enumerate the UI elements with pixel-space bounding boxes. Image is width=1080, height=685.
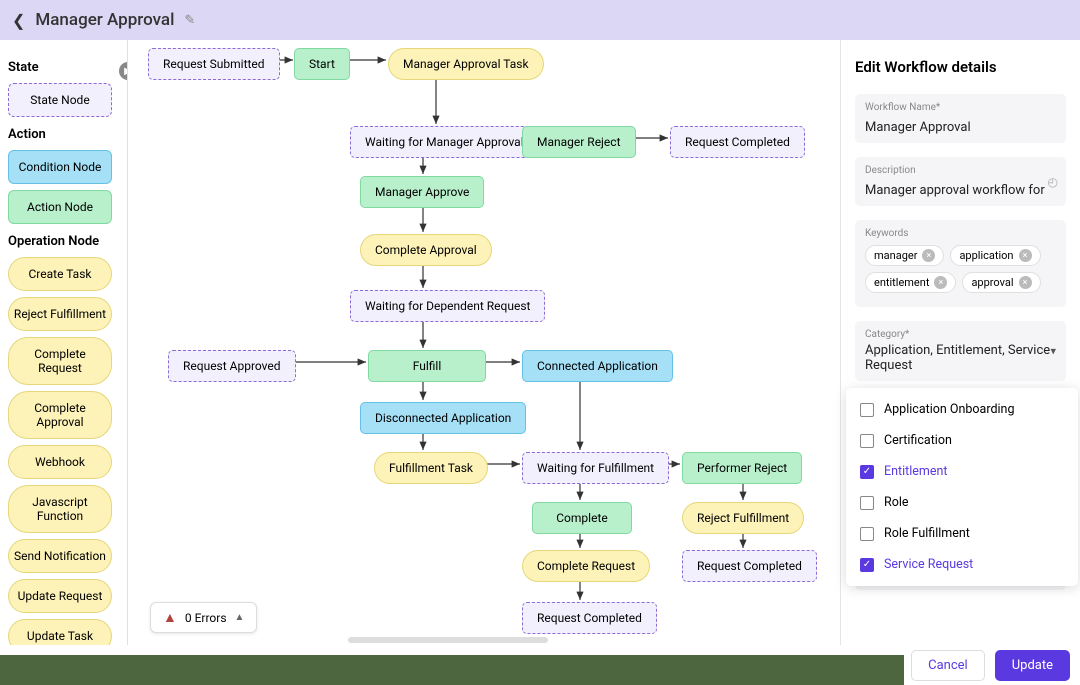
node-waiting-fulfillment[interactable]: Waiting for Fulfillment: [522, 452, 669, 484]
node-request-completed-2[interactable]: Request Completed: [682, 550, 817, 582]
category-dropdown[interactable]: Application Onboarding Certification ✓ Enti…: [846, 388, 1078, 586]
palette-op-reject-fulfillment[interactable]: Reject Fulfillment: [8, 297, 112, 331]
footer: Cancel Update: [0, 645, 1080, 685]
palette-state-node[interactable]: State Node: [8, 83, 112, 117]
desc-input[interactable]: [865, 183, 1056, 198]
sidebar: ▶ State State Node Action Condition Node…: [0, 40, 128, 645]
node-performer-reject[interactable]: Performer Reject: [682, 452, 802, 484]
palette-op-webhook[interactable]: Webhook: [8, 445, 112, 479]
palette-op-update-task[interactable]: Update Task: [8, 619, 112, 645]
update-button[interactable]: Update: [995, 650, 1070, 681]
chip-remove-icon[interactable]: ×: [934, 276, 947, 289]
palette-op-javascript-function[interactable]: Javascript Function: [8, 485, 112, 533]
chip-label: approval: [971, 276, 1013, 289]
section-operation: Operation Node: [8, 234, 119, 249]
page-title: Manager Approval: [35, 10, 174, 30]
palette-op-complete-request[interactable]: Complete Request: [8, 337, 112, 385]
horizontal-scrollbar[interactable]: [348, 637, 548, 643]
option-label: Service Request: [884, 557, 973, 572]
workflow-canvas[interactable]: Request Submitted Start Manager Approval T…: [128, 40, 840, 645]
node-fulfill[interactable]: Fulfill: [368, 350, 486, 382]
category-option[interactable]: Application Onboarding: [846, 394, 1078, 425]
chip-label: entitlement: [874, 276, 929, 289]
keyword-chip: application ×: [950, 245, 1040, 266]
node-reject-fulfillment[interactable]: Reject Fulfillment: [682, 502, 804, 534]
footer-accent: [0, 655, 904, 685]
chip-remove-icon[interactable]: ×: [1019, 249, 1032, 262]
section-action: Action: [8, 127, 119, 142]
name-input[interactable]: [865, 120, 1056, 135]
node-complete-approval[interactable]: Complete Approval: [360, 234, 492, 266]
chip-label: manager: [874, 249, 917, 262]
chip-label: application: [959, 249, 1013, 262]
chip-remove-icon[interactable]: ×: [1019, 276, 1032, 289]
panel-title: Edit Workflow details: [855, 58, 1066, 76]
node-fulfillment-task[interactable]: Fulfillment Task: [374, 452, 488, 484]
palette-op-complete-approval[interactable]: Complete Approval: [8, 391, 112, 439]
node-waiting-mgr-approval[interactable]: Waiting for Manager Approval: [350, 126, 539, 158]
back-icon[interactable]: ❮: [12, 11, 25, 30]
workflow-name-field[interactable]: Workflow Name*: [855, 94, 1066, 143]
node-mgr-approve[interactable]: Manager Approve: [360, 176, 484, 208]
node-connected-app[interactable]: Connected Application: [522, 350, 673, 382]
checkbox-icon[interactable]: [860, 496, 874, 510]
node-mgr-approval-task[interactable]: Manager Approval Task: [388, 48, 544, 80]
node-request-submitted[interactable]: Request Submitted: [148, 48, 280, 80]
option-label: Entitlement: [884, 464, 947, 479]
keywords-field[interactable]: Keywords manager×application×entitlement…: [855, 220, 1066, 307]
header: ❮ Manager Approval ✎: [0, 0, 1080, 40]
checkbox-icon[interactable]: [860, 434, 874, 448]
cancel-button[interactable]: Cancel: [911, 650, 985, 681]
errors-count: 0 Errors: [185, 611, 227, 625]
category-option[interactable]: ✓ Entitlement: [846, 456, 1078, 487]
palette-op-update-request[interactable]: Update Request: [8, 579, 112, 613]
keyword-chip: approval ×: [962, 272, 1040, 293]
chip-remove-icon[interactable]: ×: [922, 249, 935, 262]
option-label: Certification: [884, 433, 952, 448]
keyword-chip: manager ×: [865, 245, 944, 266]
node-mgr-reject[interactable]: Manager Reject: [522, 126, 636, 158]
palette-op-create-task[interactable]: Create Task: [8, 257, 112, 291]
keyword-chip: entitlement ×: [865, 272, 956, 293]
chevron-down-icon[interactable]: ▾: [1050, 345, 1056, 358]
node-complete[interactable]: Complete: [532, 502, 632, 534]
section-state: State: [8, 60, 119, 75]
palette-op-send-notification[interactable]: Send Notification: [8, 539, 112, 573]
cat-label: Category*: [865, 329, 1056, 340]
node-waiting-dep-req[interactable]: Waiting for Dependent Request: [350, 290, 545, 322]
kw-label: Keywords: [865, 228, 1056, 239]
expand-icon[interactable]: ◴: [1048, 175, 1058, 189]
checkbox-icon[interactable]: ✓: [860, 558, 874, 572]
checkbox-icon[interactable]: [860, 527, 874, 541]
warning-icon: ▲: [163, 609, 177, 626]
collapse-sidebar-icon[interactable]: ▶: [119, 62, 128, 80]
cat-value: Application, Entitlement, Service Reques…: [865, 343, 1056, 373]
option-label: Role Fulfillment: [884, 526, 970, 541]
option-label: Application Onboarding: [884, 402, 1014, 417]
category-option[interactable]: Role: [846, 487, 1078, 518]
category-select[interactable]: Category* Application, Entitlement, Serv…: [855, 321, 1066, 381]
errors-bar[interactable]: ▲ 0 Errors ▲: [150, 602, 257, 633]
name-label: Workflow Name*: [865, 102, 1056, 113]
node-complete-request[interactable]: Complete Request: [522, 550, 650, 582]
node-request-approved[interactable]: Request Approved: [168, 350, 296, 382]
node-disconnected-app[interactable]: Disconnected Application: [360, 402, 526, 434]
category-option[interactable]: ✓ Service Request: [846, 549, 1078, 580]
palette-condition-node[interactable]: Condition Node: [8, 150, 112, 184]
node-request-completed-3[interactable]: Request Completed: [522, 602, 657, 634]
palette-action-node[interactable]: Action Node: [8, 190, 112, 224]
checkbox-icon[interactable]: ✓: [860, 465, 874, 479]
category-option[interactable]: Role Fulfillment: [846, 518, 1078, 549]
checkbox-icon[interactable]: [860, 403, 874, 417]
option-label: Role: [884, 495, 909, 510]
desc-label: Description: [865, 165, 1056, 176]
chevron-up-icon: ▲: [235, 612, 245, 623]
details-panel: Edit Workflow details Workflow Name* Des…: [840, 40, 1080, 645]
node-start[interactable]: Start: [294, 48, 350, 80]
category-option[interactable]: Certification: [846, 425, 1078, 456]
node-request-completed-1[interactable]: Request Completed: [670, 126, 805, 158]
description-field[interactable]: Description ◴: [855, 157, 1066, 206]
edit-icon[interactable]: ✎: [184, 13, 195, 28]
